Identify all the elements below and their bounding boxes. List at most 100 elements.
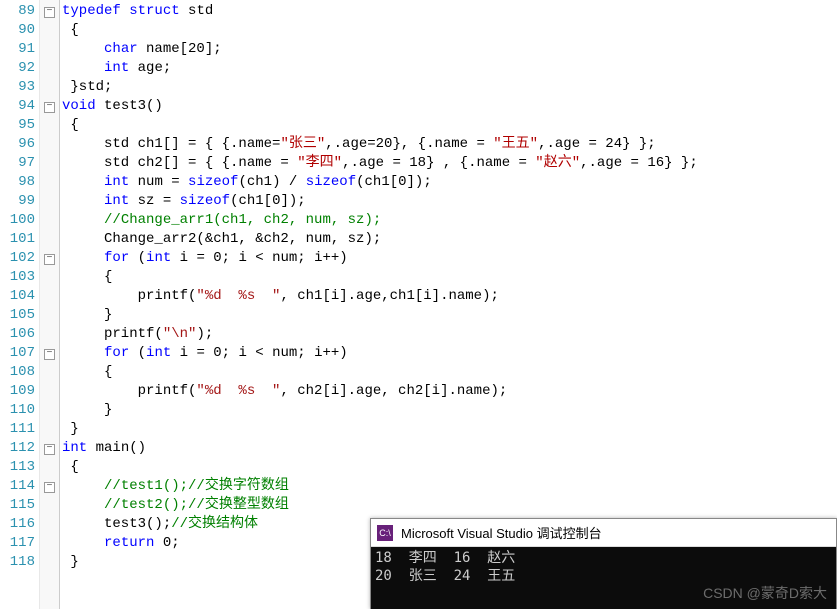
fold-cell: − [40,97,59,116]
code-token: test3() [96,98,163,114]
line-number: 102 [0,249,35,268]
line-number: 97 [0,154,35,173]
console-titlebar[interactable]: C:\ Microsoft Visual Studio 调试控制台 [371,519,836,547]
code-token: std ch2[] = { {.name = [62,155,297,171]
code-line[interactable]: std ch2[] = { {.name = "李四",.age = 18} ,… [62,154,837,173]
code-token: (ch1[0]); [356,174,432,190]
fold-cell [40,211,59,230]
fold-toggle-icon[interactable]: − [44,102,55,113]
code-token: char [104,41,138,57]
code-line[interactable]: //test1();//交换字符数组 [62,477,837,496]
code-token [62,41,104,57]
code-line[interactable]: } [62,401,837,420]
code-token: "%d %s " [196,383,280,399]
code-line[interactable]: //test2();//交换整型数组 [62,496,837,515]
code-line[interactable]: char name[20]; [62,40,837,59]
code-token: int [104,60,129,76]
code-line[interactable]: std ch1[] = { {.name="张三",.age=20}, {.na… [62,135,837,154]
code-token: //test2();//交换整型数组 [104,497,289,513]
code-token: "李四" [297,155,342,171]
line-number: 101 [0,230,35,249]
line-number: 108 [0,363,35,382]
line-number: 94 [0,97,35,116]
fold-toggle-icon[interactable]: − [44,349,55,360]
code-token: "\n" [163,326,197,342]
code-token: { [62,459,79,475]
code-token: sizeof [180,193,230,209]
code-line[interactable]: void test3() [62,97,837,116]
fold-cell [40,287,59,306]
code-token [62,535,104,551]
code-token: printf( [62,383,196,399]
fold-toggle-icon[interactable]: − [44,482,55,493]
code-line[interactable]: typedef struct std [62,2,837,21]
fold-column[interactable]: − − − − − − [40,0,60,609]
fold-toggle-icon[interactable]: − [44,7,55,18]
code-token: Change_arr2(&ch1, &ch2, num, sz); [62,231,381,247]
code-line[interactable]: int age; [62,59,837,78]
line-number: 109 [0,382,35,401]
fold-toggle-icon[interactable]: − [44,444,55,455]
code-token: ( [129,345,146,361]
code-line[interactable]: int num = sizeof(ch1) / sizeof(ch1[0]); [62,173,837,192]
code-line[interactable]: { [62,21,837,40]
console-title-text: Microsoft Visual Studio 调试控制台 [401,523,602,542]
code-token: { [62,364,112,380]
code-token: ( [129,250,146,266]
line-number: 105 [0,306,35,325]
code-token: "%d %s " [196,288,280,304]
code-line[interactable]: Change_arr2(&ch1, &ch2, num, sz); [62,230,837,249]
code-token: ,.age = 24} }; [538,136,656,152]
line-number: 117 [0,534,35,553]
fold-cell [40,401,59,420]
fold-cell [40,515,59,534]
code-token: "赵六" [535,155,580,171]
code-line[interactable]: { [62,268,837,287]
code-token: (ch1[0]); [230,193,306,209]
code-token: sz = [129,193,179,209]
fold-cell [40,496,59,515]
fold-cell [40,363,59,382]
code-token: //test1();//交换字符数组 [104,478,289,494]
code-token: , ch2[i].age, ch2[i].name); [280,383,507,399]
code-line[interactable]: for (int i = 0; i < num; i++) [62,344,837,363]
code-token: sizeof [306,174,356,190]
fold-cell [40,154,59,173]
code-token [62,345,104,361]
line-number: 89 [0,2,35,21]
fold-toggle-icon[interactable]: − [44,254,55,265]
code-line[interactable]: { [62,363,837,382]
line-number: 110 [0,401,35,420]
fold-cell [40,306,59,325]
code-token [62,193,104,209]
console-icon: C:\ [377,525,393,541]
code-token [62,497,104,513]
code-token: int [104,174,129,190]
code-line[interactable]: printf("%d %s ", ch2[i].age, ch2[i].name… [62,382,837,401]
code-token: int [146,345,171,361]
code-line[interactable]: printf("%d %s ", ch1[i].age,ch1[i].name)… [62,287,837,306]
code-token: sizeof [188,174,238,190]
fold-cell [40,553,59,572]
code-line[interactable]: printf("\n"); [62,325,837,344]
code-line[interactable]: //Change_arr1(ch1, ch2, num, sz); [62,211,837,230]
code-line[interactable]: }std; [62,78,837,97]
code-line[interactable]: int main() [62,439,837,458]
code-token: } [62,421,79,437]
code-token: { [62,22,79,38]
code-token: //交换结构体 [171,516,258,532]
code-token: } [62,554,79,570]
code-line[interactable]: { [62,458,837,477]
code-line[interactable]: } [62,420,837,439]
code-line[interactable]: } [62,306,837,325]
code-token [62,174,104,190]
line-number: 104 [0,287,35,306]
fold-cell: − [40,439,59,458]
code-line[interactable]: int sz = sizeof(ch1[0]); [62,192,837,211]
code-line[interactable]: { [62,116,837,135]
code-token: return [104,535,154,551]
fold-cell: − [40,249,59,268]
fold-cell [40,230,59,249]
line-number: 118 [0,553,35,572]
code-line[interactable]: for (int i = 0; i < num; i++) [62,249,837,268]
